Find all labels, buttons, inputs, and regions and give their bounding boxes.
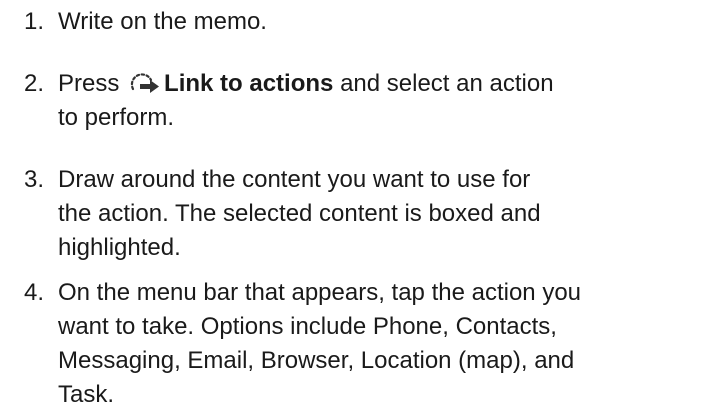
step-number: 3.: [24, 166, 45, 193]
step-line: Messaging, Email, Browser, Location (map…: [58, 347, 575, 374]
step-text: Press Link to actions and select an acti…: [58, 67, 696, 135]
step-line: On the menu bar that appears, tap the ac…: [58, 279, 582, 306]
instruction-steps: 1. Write on the memo. 2. Press Link to a…: [0, 0, 704, 411]
step-prefix: Press: [58, 70, 120, 97]
step-line: Write on the memo.: [58, 8, 267, 35]
step-text: On the menu bar that appears, tap the ac…: [58, 276, 696, 412]
step-line: the action. The selected content is boxe…: [58, 200, 541, 227]
link-to-actions-label: Link to actions: [164, 70, 334, 97]
step-line: Draw around the content you want to use …: [58, 166, 531, 193]
step-4: 4. On the menu bar that appears, tap the…: [24, 276, 696, 412]
step-suffix: and select an action: [340, 70, 554, 97]
step-text: Write on the memo.: [58, 5, 696, 39]
step-2: 2. Press Link to actions and select an a…: [24, 67, 696, 135]
step-3: 3. Draw around the content you want to u…: [24, 163, 696, 265]
link-to-actions-icon: [130, 73, 160, 93]
step-line: to perform.: [58, 104, 175, 131]
step-line: want to take. Options include Phone, Con…: [58, 313, 557, 340]
step-line: highlighted.: [58, 234, 181, 261]
step-1: 1. Write on the memo.: [24, 5, 696, 39]
step-number: 1.: [24, 8, 45, 35]
step-text: Draw around the content you want to use …: [58, 163, 696, 265]
step-line: Task.: [58, 381, 115, 408]
step-line: Press Link to actions and select an acti…: [58, 67, 696, 101]
step-number: 2.: [24, 70, 45, 97]
step-number: 4.: [24, 279, 45, 306]
